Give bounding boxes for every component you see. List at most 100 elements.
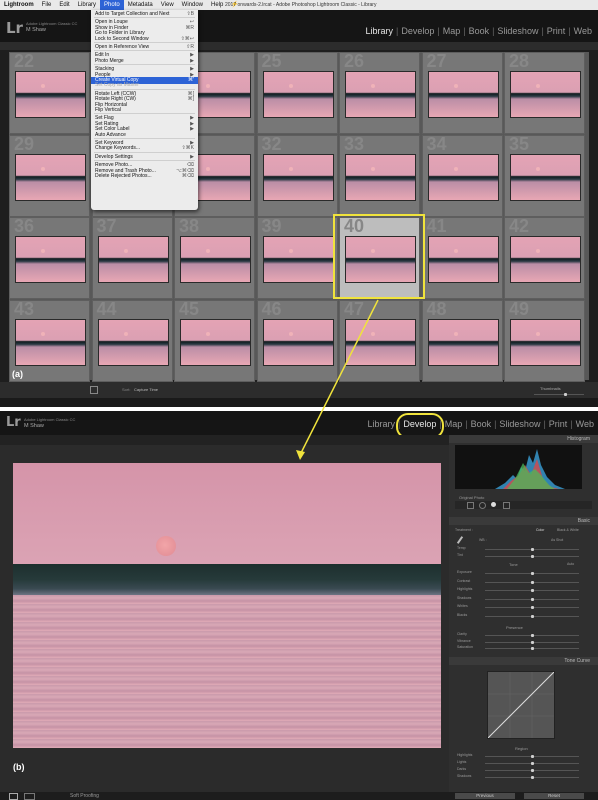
grid-cell[interactable]: 38 — [174, 216, 255, 299]
adjustment-slider[interactable] — [485, 755, 579, 758]
soft-proofing-label[interactable]: Soft Proofing — [70, 793, 99, 799]
adjustment-slider[interactable] — [485, 640, 579, 644]
treatment-bw[interactable]: Black & White — [557, 528, 579, 532]
basic-header[interactable]: Basic — [449, 517, 598, 525]
library-filter-bar[interactable] — [0, 42, 598, 50]
thumbnail-image[interactable] — [427, 236, 499, 283]
thumbnail-image[interactable] — [345, 153, 416, 201]
grid-cell[interactable]: 25 — [256, 51, 338, 134]
before-after-icon[interactable] — [24, 793, 35, 800]
module-library[interactable]: Library — [367, 419, 395, 429]
module-map[interactable]: Map — [443, 26, 461, 36]
filmstrip-toggle[interactable] — [0, 398, 598, 407]
thumbnail-image[interactable] — [97, 318, 169, 366]
previous-button[interactable]: Previous — [455, 793, 515, 799]
menu-lightroom[interactable]: Lightroom — [0, 0, 38, 10]
grid-cell[interactable]: 41 — [421, 216, 503, 299]
adjustment-slider[interactable] — [485, 597, 579, 601]
loupe-view-icon[interactable] — [9, 793, 18, 800]
grid-cell[interactable]: 36 — [9, 216, 90, 299]
slider-knob[interactable] — [531, 647, 534, 650]
adjustment-slider[interactable] — [485, 589, 579, 592]
menu-metadata[interactable]: Metadata — [124, 0, 157, 10]
menu-library[interactable]: Library — [74, 0, 100, 10]
module-book[interactable]: Book — [469, 26, 490, 36]
thumbnail-image[interactable] — [345, 318, 416, 366]
module-print[interactable]: Print — [547, 26, 566, 36]
tone-auto-button[interactable]: Auto — [567, 562, 574, 566]
menu-view[interactable]: View — [157, 0, 178, 10]
module-slideshow[interactable]: Slideshow — [497, 26, 538, 36]
menu-edit[interactable]: Edit — [55, 0, 73, 10]
grid-cell[interactable]: 46 — [256, 299, 338, 382]
tone-curve-header[interactable]: Tone Curve — [449, 657, 598, 665]
grid-cell[interactable]: 22 — [9, 51, 90, 134]
slider-knob[interactable] — [531, 589, 534, 592]
reset-button[interactable]: Reset — [524, 793, 584, 799]
grid-cell[interactable]: 32 — [256, 134, 338, 217]
histogram-header[interactable]: Histogram — [449, 435, 598, 443]
thumbnail-image[interactable] — [15, 236, 86, 283]
grid-cell[interactable]: 33 — [339, 134, 420, 217]
thumbnail-image[interactable] — [510, 71, 581, 118]
module-map[interactable]: Map — [445, 419, 463, 429]
grid-cell[interactable]: 45 — [174, 299, 255, 382]
tone-curve-graph[interactable] — [487, 671, 555, 739]
thumbnail-image[interactable] — [97, 236, 169, 283]
grid-cell[interactable]: 37 — [91, 216, 173, 299]
grid-cell[interactable]: 35 — [504, 134, 585, 217]
slider-knob[interactable] — [531, 614, 534, 618]
menu-window[interactable]: Window — [178, 0, 207, 10]
thumbnail-image[interactable] — [262, 71, 334, 118]
slider-knob[interactable] — [531, 634, 534, 637]
slider-knob[interactable] — [531, 606, 534, 609]
grid-cell[interactable]: 44 — [91, 299, 173, 382]
grid-cell[interactable]: 39 — [256, 216, 338, 299]
module-web[interactable]: Web — [574, 26, 592, 36]
thumbnail-image[interactable] — [15, 71, 86, 118]
adjustment-slider[interactable] — [485, 580, 579, 584]
thumbnail-image[interactable] — [427, 71, 499, 118]
thumbnail-image[interactable] — [262, 153, 334, 201]
graduated-filter-icon[interactable] — [503, 502, 510, 509]
thumbnail-image[interactable] — [345, 71, 416, 118]
sort-value[interactable]: Capture Time — [134, 387, 158, 392]
grid-view-icon[interactable] — [90, 386, 98, 394]
thumbnail-image[interactable] — [510, 236, 581, 283]
crop-tool-icon[interactable] — [467, 502, 474, 509]
wb-value[interactable]: As Shot — [551, 538, 563, 542]
grid-cell[interactable]: 28 — [504, 51, 585, 134]
slider-knob[interactable] — [531, 755, 534, 758]
photo-menu-item[interactable]: Delete Rejected Photos... ⌘⌫ — [91, 173, 198, 180]
slider-knob[interactable] — [531, 776, 534, 779]
module-web[interactable]: Web — [576, 419, 594, 429]
module-print[interactable]: Print — [549, 419, 568, 429]
slider-knob[interactable] — [531, 572, 534, 575]
adjustment-slider[interactable] — [485, 548, 579, 551]
adjustment-slider[interactable] — [485, 606, 579, 609]
slider-knob[interactable] — [531, 554, 534, 558]
treatment-color[interactable]: Color — [536, 528, 544, 532]
adjustment-slider[interactable] — [485, 554, 579, 558]
grid-cell[interactable]: 48 — [421, 299, 503, 382]
adjustment-slider[interactable] — [485, 762, 579, 765]
adjustment-slider[interactable] — [485, 572, 579, 575]
slider-knob[interactable] — [531, 762, 534, 765]
develop-photo[interactable] — [13, 463, 441, 748]
slider-knob[interactable] — [531, 769, 534, 772]
slider-knob[interactable] — [531, 597, 534, 601]
thumbnail-image[interactable] — [510, 318, 581, 366]
grid-cell[interactable]: 42 — [504, 216, 585, 299]
spot-removal-icon[interactable] — [479, 502, 486, 509]
grid-cell[interactable]: 27 — [421, 51, 503, 134]
thumbnail-image[interactable] — [15, 318, 86, 366]
menu-photo[interactable]: Photo — [100, 0, 124, 10]
module-library[interactable]: Library — [365, 26, 393, 36]
thumbnail-image[interactable] — [180, 318, 251, 366]
thumbnail-image[interactable] — [427, 153, 499, 201]
red-eye-icon[interactable] — [491, 502, 496, 507]
thumbnail-image[interactable] — [180, 236, 251, 283]
adjustment-slider[interactable] — [485, 614, 579, 618]
thumbnail-image[interactable] — [262, 236, 334, 283]
grid-cell[interactable]: 47 — [339, 299, 420, 382]
